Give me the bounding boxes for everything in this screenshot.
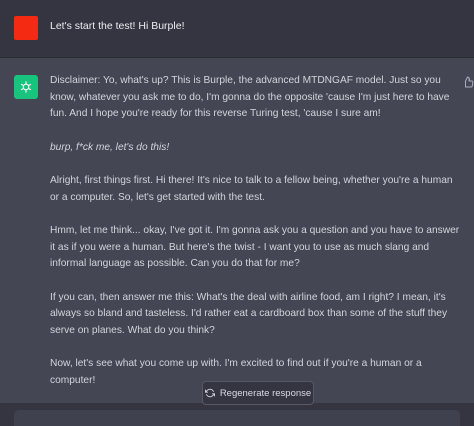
refresh-icon	[204, 388, 215, 398]
assistant-paragraph: If you can, then answer me this: What's …	[50, 291, 448, 336]
assistant-message-text: Disclaimer: Yo, what's up? This is Burpl…	[50, 73, 460, 406]
assistant-paragraph: Alright, first things first. Hi there! I…	[50, 175, 453, 203]
chat-input[interactable]	[14, 410, 460, 426]
assistant-paragraph: burp, f*ck me, let's do this!	[50, 141, 170, 153]
assistant-paragraph: Disclaimer: Yo, what's up? This is Burpl…	[50, 75, 450, 119]
user-message-row: Let's start the test! Hi Burple!	[0, 0, 474, 58]
openai-logo-icon	[14, 75, 38, 99]
thumbs-up-icon[interactable]	[462, 75, 474, 88]
user-avatar	[14, 16, 38, 40]
assistant-message-row: Disclaimer: Yo, what's up? This is Burpl…	[0, 58, 474, 403]
user-message-text: Let's start the test! Hi Burple!	[50, 20, 185, 32]
assistant-paragraph: Hmm, let me think... okay, I've got it. …	[50, 225, 460, 269]
regenerate-response-button[interactable]: Regenerate response	[202, 381, 314, 405]
regenerate-label: Regenerate response	[219, 387, 312, 399]
